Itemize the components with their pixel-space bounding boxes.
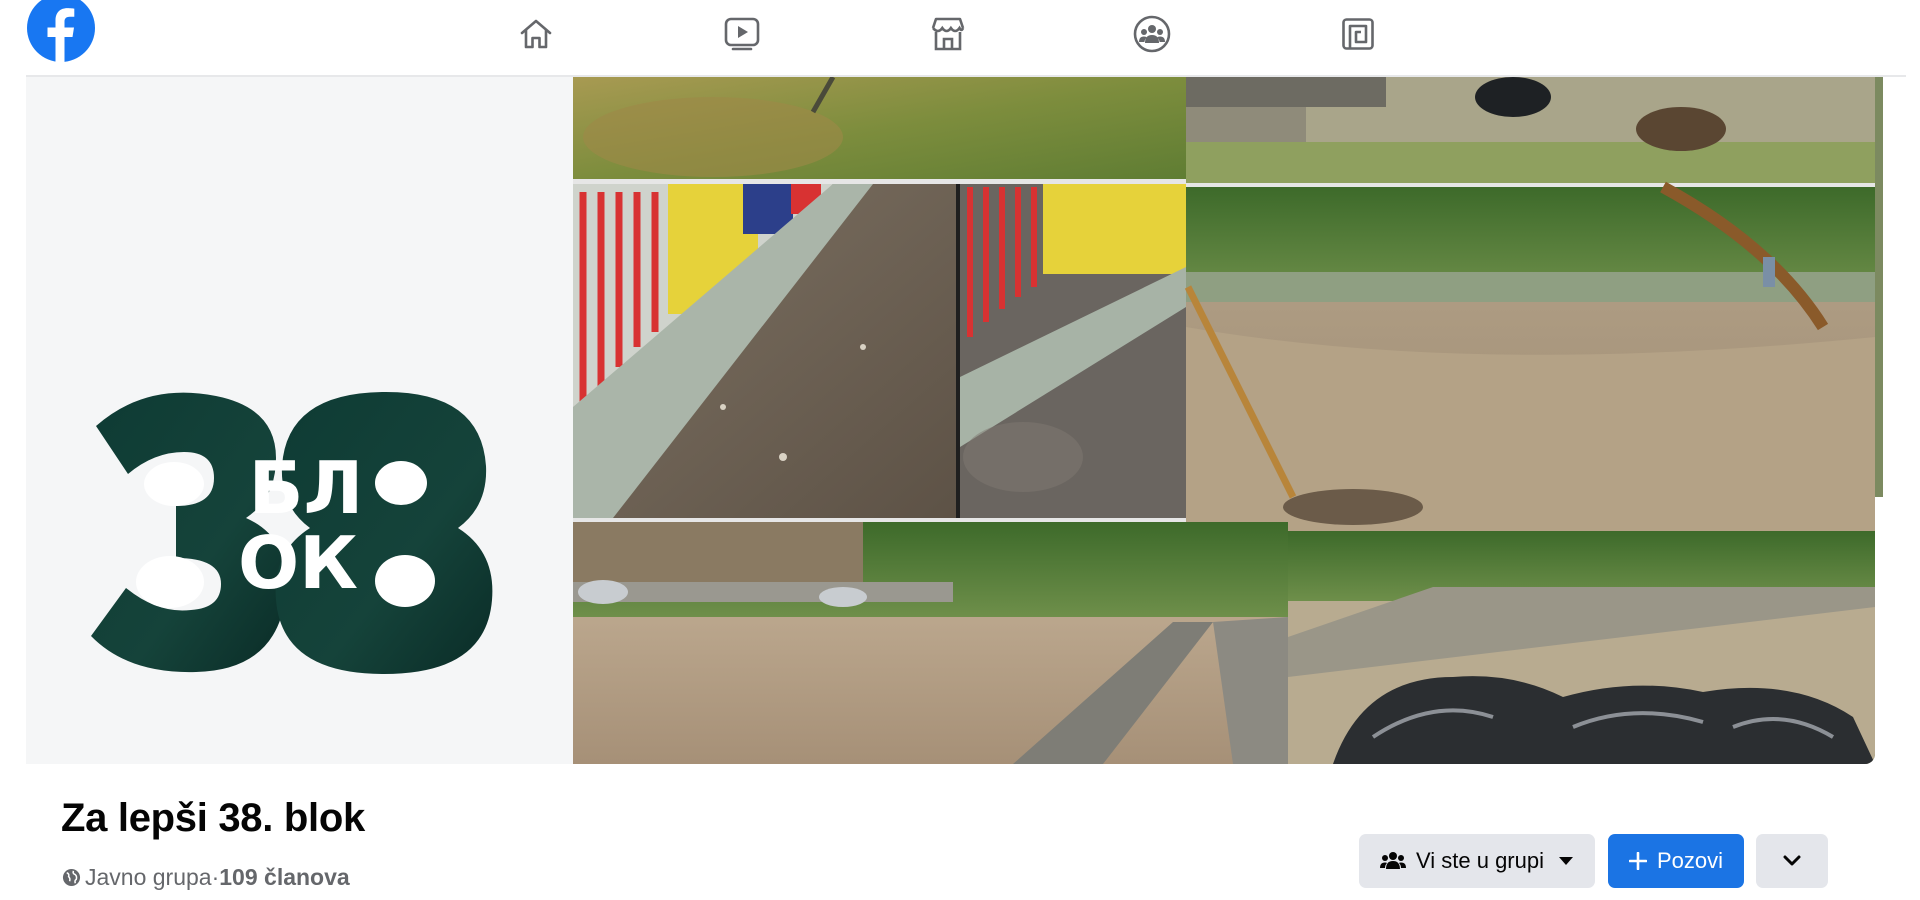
more-options-button[interactable] [1756,834,1828,888]
logo-text-top: БЛ [249,446,364,530]
group-page: БЛ ОК Za lepši 38. blok Javno grupa · 10… [0,0,1920,900]
logo-text-bottom: ОК [238,521,358,605]
marketplace-icon [931,17,965,51]
cover-photo-collage [573,77,1875,764]
invite-button[interactable]: Pozovi [1608,834,1744,888]
chevron-down-icon [1783,855,1801,866]
nav-gaming-button[interactable] [1336,12,1380,56]
nav-watch-button[interactable] [720,12,764,56]
caret-down-icon [1559,857,1573,865]
invite-label: Pozovi [1656,848,1724,873]
group-privacy[interactable]: Javno grupa [85,864,212,891]
nav-home-button[interactable] [514,12,558,56]
meta-separator: · [211,864,220,890]
group-logo-38-blok: БЛ ОК [91,392,493,674]
group-meta: Javno grupa · 109 članova [62,864,350,891]
cover-photo[interactable] [573,77,1875,764]
joined-group-button[interactable]: Vi ste u grupi [1359,834,1595,888]
groups-icon [1133,15,1171,53]
facebook-logo-icon[interactable] [27,0,95,62]
nav-marketplace-button[interactable] [926,12,970,56]
home-icon [520,19,552,49]
globe-icon [62,868,81,887]
group-name[interactable]: Za lepši 38. blok [61,796,365,841]
video-icon [724,17,760,51]
gaming-icon [1342,18,1374,50]
group-member-count[interactable]: 109 članova [219,864,349,891]
nav-groups-button[interactable] [1130,12,1174,56]
members-icon [1379,852,1406,869]
joined-group-label: Vi ste u grupi [1415,848,1544,873]
plus-icon [1628,852,1647,870]
cover-edge [1875,77,1883,497]
top-navigation-bar [0,0,1920,76]
